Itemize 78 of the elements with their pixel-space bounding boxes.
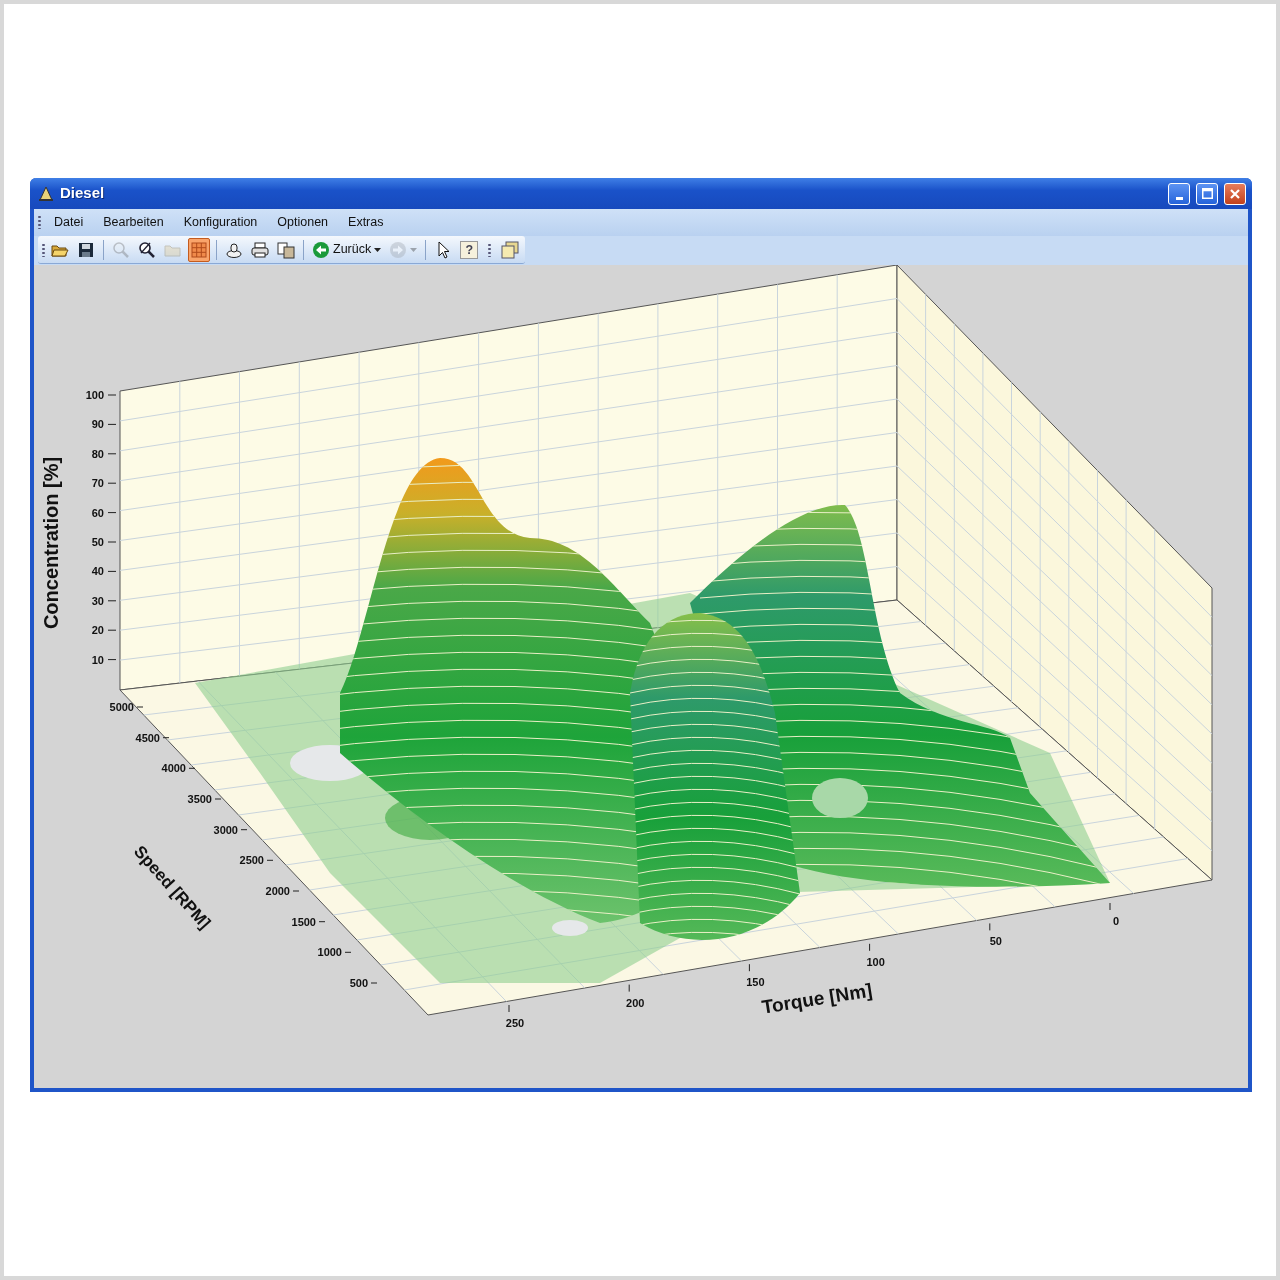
tick-mark (214, 798, 222, 800)
app-icon (38, 185, 54, 202)
maximize-button[interactable] (1196, 182, 1218, 205)
axis-tick-label: 1500 (291, 915, 316, 928)
tick-mark (748, 963, 750, 972)
tick-mark (107, 629, 117, 631)
grid-icon (190, 240, 208, 259)
caret-icon (374, 247, 382, 252)
back-button[interactable]: Zurück (310, 237, 384, 262)
axis-tick-label: 10 (91, 653, 104, 666)
close-button[interactable] (1224, 182, 1246, 205)
menu-item[interactable]: Datei (47, 211, 91, 234)
caret-icon (410, 247, 418, 252)
axis-tick-label: 100 (85, 389, 104, 401)
tick-mark (1109, 902, 1111, 911)
axis-tick-label: 60 (91, 506, 104, 519)
tick-mark (266, 859, 274, 861)
tick-mark (318, 921, 326, 923)
axis-tick-label: 100 (866, 955, 885, 968)
axis-tick-label: 40 (91, 565, 104, 578)
close-icon (1230, 188, 1240, 199)
axis-tick-label: 90 (91, 418, 104, 431)
axis-tick-label: 5000 (109, 701, 134, 713)
tick-mark (240, 829, 248, 831)
tick-mark (292, 890, 300, 892)
magnifier-icon (138, 240, 156, 259)
menu-item[interactable]: Optionen (270, 211, 336, 234)
axis-tick-label: 0 (1112, 915, 1120, 927)
maximize-icon (1201, 188, 1213, 200)
tick-mark (869, 943, 871, 952)
axis-tick-label: 3500 (187, 793, 212, 805)
axis-tick-label: 4000 (161, 762, 186, 775)
window-title: Diesel (60, 183, 105, 204)
magnifier-icon (112, 240, 130, 259)
axis-tick-label: 2000 (265, 885, 290, 897)
tick-mark (107, 570, 117, 572)
axis-tick-label: 80 (91, 447, 104, 460)
axis-tick-label: 1000 (317, 946, 342, 959)
axis-tick-label: 200 (626, 996, 645, 1009)
tick-mark (107, 659, 117, 661)
axis-tick-label: 2500 (239, 854, 264, 867)
stamp-icon (225, 240, 243, 259)
tick-mark (188, 767, 196, 769)
tick-mark (344, 951, 352, 953)
minimize-icon (1175, 196, 1183, 200)
tick-mark (107, 541, 117, 543)
tick-mark (628, 984, 630, 993)
tick-mark (107, 453, 117, 455)
tick-mark (107, 600, 117, 602)
tick-mark (107, 482, 117, 484)
axis-tick-label: 30 (91, 594, 104, 607)
axis-tick-label: 50 (989, 935, 1002, 948)
axis-tick-label: 3000 (213, 823, 238, 836)
axis-tick-label: 70 (91, 477, 104, 490)
window-icon (501, 240, 520, 259)
copy-icon (277, 240, 295, 259)
axis-tick-label: 20 (91, 624, 104, 637)
tick-mark (136, 706, 144, 708)
grid-button[interactable] (188, 237, 210, 262)
menu-item[interactable]: Extras (341, 211, 391, 234)
tick-mark (162, 737, 170, 739)
tick-mark (107, 394, 117, 396)
axis-title: Concentration [%] (40, 456, 62, 630)
tick-mark (370, 982, 378, 984)
floppy-icon (77, 240, 95, 259)
axis-tick-label: 150 (746, 976, 765, 989)
tick-mark (508, 1004, 510, 1013)
tick-mark (989, 922, 991, 931)
axis-tick-label: 250 (505, 1017, 525, 1029)
tick-mark (107, 512, 117, 514)
axis-tick-label: 50 (91, 536, 104, 548)
tick-mark (107, 423, 117, 425)
axis-tick-label: 500 (349, 977, 368, 989)
printer-icon (251, 240, 269, 259)
minimize-button[interactable] (1168, 182, 1190, 205)
menu-item[interactable]: Bearbeiten (96, 211, 171, 234)
axis-tick-label: 4500 (135, 731, 160, 744)
menu-item[interactable]: Konfiguration (176, 211, 265, 234)
